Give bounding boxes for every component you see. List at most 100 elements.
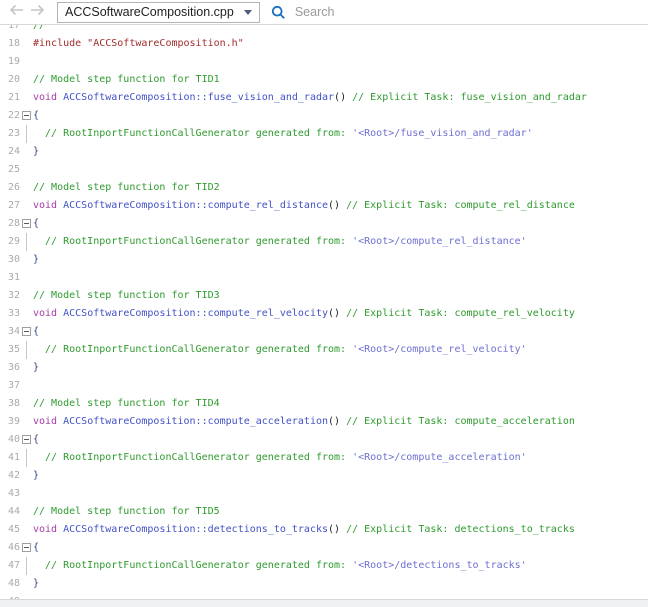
code-token-br: }	[33, 254, 39, 265]
code-line: 48}	[0, 575, 648, 593]
line-number: 44	[0, 503, 20, 521]
code-token-id: ACCSoftwareComposition::detections_to_tr…	[63, 524, 328, 535]
fold-column	[20, 449, 33, 467]
line-number: 28	[0, 215, 20, 233]
fold-column	[20, 161, 33, 179]
code-text: // Model step function for TID2	[33, 179, 220, 197]
code-token-br: {	[33, 434, 39, 445]
forward-button[interactable]	[27, 2, 48, 22]
fold-column	[20, 323, 33, 341]
search-box	[271, 4, 387, 20]
line-number: 39	[0, 413, 20, 431]
fold-guide-line	[26, 233, 27, 251]
code-token-pstr: '<Root>/compute_acceleration'	[352, 452, 527, 463]
code-line: 20// Model step function for TID1	[0, 71, 648, 89]
code-line: 26 // Model step function for TID2	[0, 179, 648, 197]
code-text: // Model step function for TID5	[33, 503, 220, 521]
code-text: void ACCSoftwareComposition::compute_rel…	[33, 305, 575, 323]
code-line: 25	[0, 161, 648, 179]
code-line: 36}	[0, 359, 648, 377]
line-number: 29	[0, 233, 20, 251]
code-token-kw: void	[33, 92, 63, 103]
line-number: 17	[0, 25, 20, 35]
fold-column	[20, 485, 33, 503]
code-token-id: ACCSoftwareComposition::fuse_vision_and_…	[63, 92, 334, 103]
code-line: 29 // RootInportFunctionCallGenerator ge…	[0, 233, 648, 251]
file-selector-dropdown[interactable]: ACCSoftwareComposition.cpp	[57, 2, 260, 23]
code-text: // RootInportFunctionCallGenerator gener…	[33, 125, 533, 143]
code-line: 39void ACCSoftwareComposition::compute_a…	[0, 413, 648, 431]
code-line: 27void ACCSoftwareComposition::compute_r…	[0, 197, 648, 215]
code-token-pl: ()	[328, 200, 346, 211]
code-token-br: }	[33, 470, 39, 481]
fold-guide-line	[26, 449, 27, 467]
code-token-pl: ()	[328, 524, 346, 535]
fold-column	[20, 539, 33, 557]
line-number: 48	[0, 575, 20, 593]
code-text: }	[33, 251, 39, 269]
fold-collapse-icon[interactable]	[22, 111, 31, 120]
line-number: 42	[0, 467, 20, 485]
file-selector-value: ACCSoftwareComposition.cpp	[65, 5, 234, 19]
code-line: 34{	[0, 323, 648, 341]
code-editor[interactable]: 17//18#include "ACCSoftwareComposition.h…	[0, 25, 648, 607]
code-token-cm: // RootInportFunctionCallGenerator gener…	[33, 452, 352, 463]
code-token-pl: ()	[328, 416, 346, 427]
fold-column	[20, 521, 33, 539]
search-input[interactable]	[293, 4, 387, 20]
code-line: 22{	[0, 107, 648, 125]
code-token-pl: ()	[328, 308, 346, 319]
fold-column	[20, 233, 33, 251]
code-token-cm: // Model step function for TID3	[33, 290, 220, 301]
fold-column	[20, 359, 33, 377]
fold-column	[20, 179, 33, 197]
code-text: #include "ACCSoftwareComposition.h"	[33, 35, 244, 53]
fold-column	[20, 305, 33, 323]
back-button[interactable]	[6, 2, 27, 22]
code-line: 21void ACCSoftwareComposition::fuse_visi…	[0, 89, 648, 107]
fold-column	[20, 377, 33, 395]
code-text: //	[33, 25, 45, 35]
code-text: // Model step function for TID1	[33, 71, 220, 89]
code-text: }	[33, 359, 39, 377]
line-number: 31	[0, 269, 20, 287]
code-line: 33void ACCSoftwareComposition::compute_r…	[0, 305, 648, 323]
code-token-cm: // Model step function for TID5	[33, 506, 220, 517]
fold-collapse-icon[interactable]	[22, 219, 31, 228]
fold-collapse-icon[interactable]	[22, 435, 31, 444]
code-line: 17 //	[0, 25, 648, 35]
code-line: 24}	[0, 143, 648, 161]
code-line: 23 // RootInportFunctionCallGenerator ge…	[0, 125, 648, 143]
code-token-cm: // Explicit Task: compute_rel_velocity	[346, 308, 575, 319]
line-number: 30	[0, 251, 20, 269]
code-token-cm: // RootInportFunctionCallGenerator gener…	[33, 128, 352, 139]
code-text: // Model step function for TID4	[33, 395, 220, 413]
fold-column	[20, 107, 33, 125]
fold-collapse-icon[interactable]	[22, 543, 31, 552]
line-number: 26	[0, 179, 20, 197]
code-line: 43	[0, 485, 648, 503]
fold-column	[20, 53, 33, 71]
fold-column	[20, 71, 33, 89]
horizontal-scrollbar[interactable]	[0, 599, 648, 607]
code-token-pl: ()	[334, 92, 352, 103]
code-token-cm: // RootInportFunctionCallGenerator gener…	[33, 560, 352, 571]
code-token-cm: // RootInportFunctionCallGenerator gener…	[33, 344, 352, 355]
fold-column	[20, 503, 33, 521]
code-token-br: {	[33, 110, 39, 121]
fold-column	[20, 341, 33, 359]
line-number: 40	[0, 431, 20, 449]
code-line: 38// Model step function for TID4	[0, 395, 648, 413]
code-text: void ACCSoftwareComposition::fuse_vision…	[33, 89, 587, 107]
fold-column	[20, 197, 33, 215]
fold-guide-line	[26, 557, 27, 575]
fold-guide-line	[26, 125, 27, 143]
editor-toolbar: ACCSoftwareComposition.cpp	[0, 0, 648, 25]
line-number: 41	[0, 449, 20, 467]
code-token-pstr: '<Root>/fuse_vision_and_radar'	[352, 128, 533, 139]
fold-collapse-icon[interactable]	[22, 327, 31, 336]
code-line: 19	[0, 53, 648, 71]
fold-guide-line	[26, 341, 27, 359]
code-token-cm: // Explicit Task: compute_acceleration	[346, 416, 575, 427]
line-number: 23	[0, 125, 20, 143]
